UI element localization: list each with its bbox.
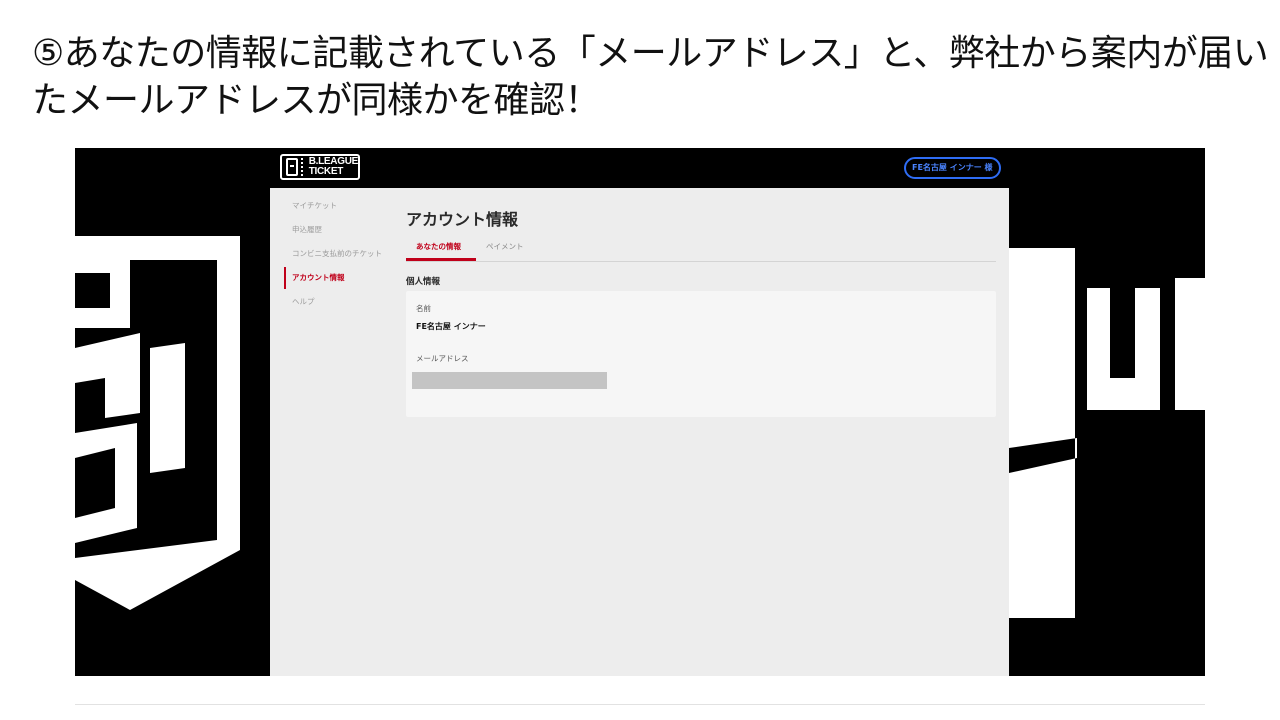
logo-divider: [300, 158, 305, 176]
tab-your-info[interactable]: あなたの情報: [416, 241, 461, 252]
logo-text-line-2: TICKET: [308, 166, 344, 177]
sidebar-item-account-info[interactable]: アカウント情報: [284, 267, 394, 294]
personal-info-card: 名前 FE名古屋 インナー メールアドレス: [406, 291, 996, 417]
sidebar-item-unpaid-convenience-tickets[interactable]: コンビニ支払前のチケット: [284, 246, 394, 270]
slide-title-line-2: たメールアドレスが同様かを確認！: [32, 80, 601, 121]
b-league-ticket-logo[interactable]: B.LEAGUE TICKET: [280, 154, 360, 180]
b-league-shield-icon: [286, 158, 298, 176]
slide-title-line-1: ⑤あなたの情報に記載されている「メールアドレス」と、弊社から案内が届い: [32, 33, 1269, 74]
name-value: FE名古屋 インナー: [416, 322, 486, 331]
user-menu-button[interactable]: FE名古屋 インナー 様: [904, 157, 1001, 179]
account-tabs: あなたの情報 ペイメント: [406, 238, 996, 262]
slide-title: ⑤あなたの情報に記載されている「メールアドレス」と、弊社から案内が届い たメール…: [32, 30, 1269, 124]
tab-payment[interactable]: ペイメント: [486, 241, 524, 252]
sidebar-item-help[interactable]: ヘルプ: [284, 294, 394, 318]
sidebar-nav: マイチケット 申込履歴 コンビニ支払前のチケット アカウント情報 ヘルプ: [284, 198, 394, 318]
bottom-divider: [75, 704, 1205, 705]
email-label: メールアドレス: [416, 354, 469, 363]
screenshot-frame: B.LEAGUE TICKET FE名古屋 インナー 様 マイチケット 申込履歴…: [75, 148, 1205, 676]
sidebar-item-my-ticket[interactable]: マイチケット: [284, 198, 394, 222]
account-panel: マイチケット 申込履歴 コンビニ支払前のチケット アカウント情報 ヘルプ アカウ…: [270, 188, 1009, 676]
sidebar-item-application-history[interactable]: 申込履歴: [284, 222, 394, 246]
email-value-redacted: [412, 372, 607, 389]
active-tab-indicator: [406, 258, 476, 261]
page-title: アカウント情報: [406, 210, 519, 229]
personal-info-heading: 個人情報: [406, 277, 441, 287]
top-bar: B.LEAGUE TICKET FE名古屋 インナー 様: [75, 148, 1205, 188]
name-label: 名前: [416, 304, 431, 313]
logo-text: B.LEAGUE TICKET: [308, 157, 359, 177]
